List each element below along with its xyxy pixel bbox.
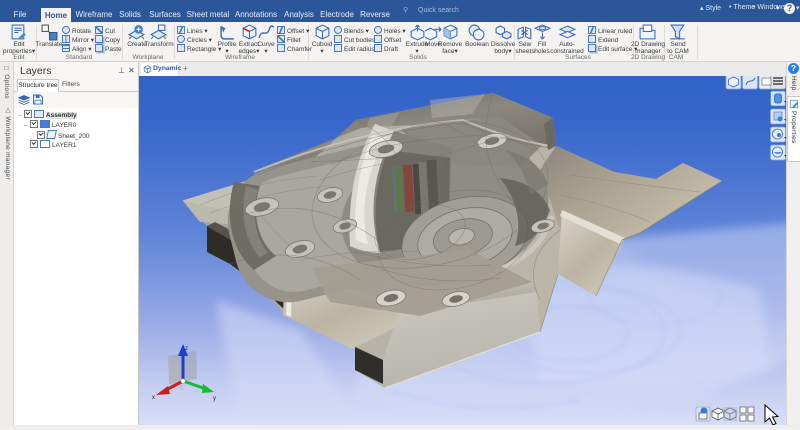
svg-text:x: x bbox=[152, 395, 155, 401]
svg-text:y: y bbox=[213, 396, 216, 402]
svg-text:z: z bbox=[185, 346, 188, 352]
